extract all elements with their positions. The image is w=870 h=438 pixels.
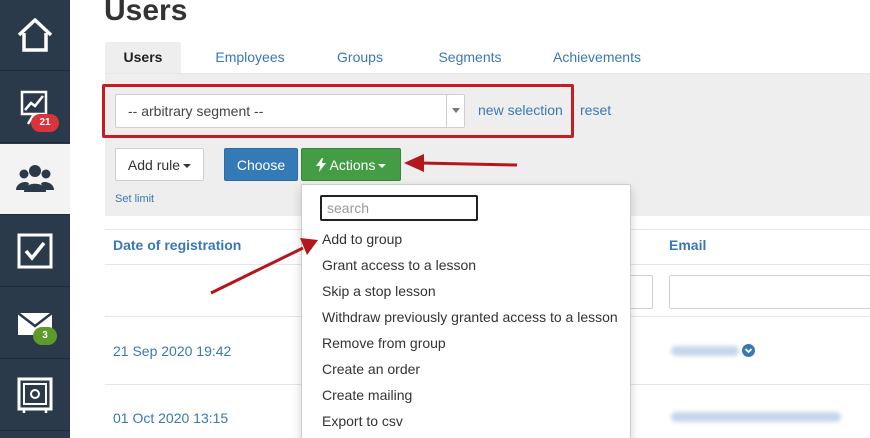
actions-search-input[interactable] [320,195,478,221]
tab-achievements[interactable]: Achievements [545,42,649,73]
lightning-icon [315,158,326,172]
email-blurred [671,346,739,356]
chevron-down-icon[interactable] [742,344,755,357]
tab-segments[interactable]: Segments [427,42,513,73]
column-header-email[interactable]: Email [669,237,706,253]
choose-button[interactable]: Choose [224,148,298,181]
checkbox-icon [17,233,53,269]
email-blurred [671,412,841,422]
menu-item-grant-access[interactable]: Grant access to a lesson [322,257,476,273]
tab-employees[interactable]: Employees [205,42,295,73]
sidebar-item-safe[interactable] [0,360,70,431]
users-icon [16,165,54,192]
sidebar-item-home[interactable] [0,0,70,71]
registration-date[interactable]: 01 Oct 2020 13:15 [113,410,228,426]
highlight-rectangle [102,84,574,138]
safe-icon [17,377,53,413]
tab-groups[interactable]: Groups [327,42,393,73]
menu-item-withdraw-access[interactable]: Withdraw previously granted access to a … [322,309,618,325]
sidebar: 21 3 [0,0,70,438]
sidebar-item-messages[interactable]: 3 [0,288,70,359]
menu-item-create-mailing[interactable]: Create mailing [322,387,412,403]
add-rule-button[interactable]: Add rule [115,148,204,181]
actions-button[interactable]: Actions [301,148,401,181]
menu-item-create-order[interactable]: Create an order [322,361,420,377]
menu-item-export-csv[interactable]: Export to csv [322,413,403,429]
messages-badge: 3 [33,327,57,345]
reset-link[interactable]: reset [580,102,611,118]
sidebar-item-tasks[interactable] [0,216,70,287]
menu-item-remove-from-group[interactable]: Remove from group [322,335,446,351]
sidebar-item-statistics[interactable]: 21 [0,72,70,143]
sidebar-item-users[interactable] [0,144,70,215]
tab-users[interactable]: Users [105,42,181,73]
statistics-badge: 21 [31,114,59,132]
add-rule-label: Add rule [127,157,181,173]
column-header-date[interactable]: Date of registration [113,237,241,253]
chevron-down-icon [183,164,192,169]
registration-date[interactable]: 21 Sep 2020 19:42 [113,343,231,359]
tabs-bar: Users Employees Groups Segments Achievem… [105,42,870,74]
actions-label: Actions [329,157,376,173]
page-title: Users [104,0,188,27]
email-filter-input[interactable] [669,275,870,309]
menu-item-skip-stop-lesson[interactable]: Skip a stop lesson [322,283,436,299]
menu-item-add-to-group[interactable]: Add to group [322,231,402,247]
set-limit-link[interactable]: Set limit [115,193,154,205]
home-icon [17,18,53,52]
chevron-down-icon [378,164,387,169]
